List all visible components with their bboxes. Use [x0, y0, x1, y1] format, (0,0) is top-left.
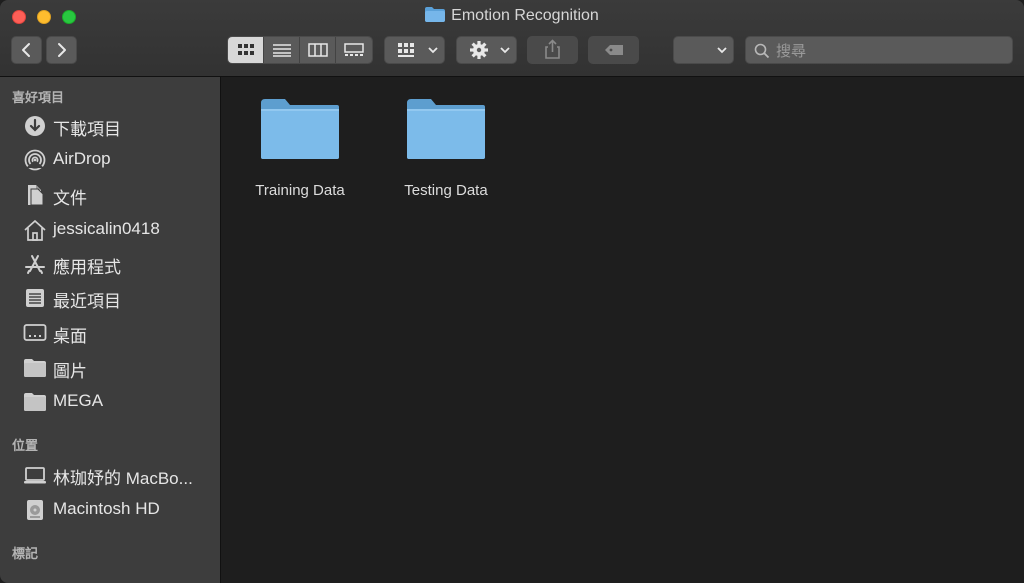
view-mode-selector [227, 36, 373, 64]
title-bar: Emotion Recognition [0, 0, 1024, 77]
folder-icon [24, 393, 46, 411]
list-view-button[interactable] [264, 37, 300, 63]
back-button[interactable] [11, 36, 42, 64]
sidebar-item-documents[interactable]: 文件 [0, 178, 220, 210]
window-title: Emotion Recognition [0, 7, 1024, 25]
path-dropdown[interactable] [673, 36, 734, 64]
sidebar-item-label: 文件 [53, 189, 87, 208]
folder-icon [425, 7, 446, 22]
sidebar-item-label: AirDrop [53, 149, 111, 168]
icon-view-button[interactable] [228, 37, 264, 63]
home-icon [24, 219, 46, 241]
folder-name: Testing Data [404, 182, 488, 199]
airdrop-icon [24, 149, 46, 171]
sidebar: 喜好項目 下載項目 AirDrop 文件 jessicalin0418 應用程式… [0, 77, 221, 583]
columns-icon [307, 43, 328, 57]
group-button[interactable] [384, 36, 445, 64]
finder-window: Emotion Recognition 搜尋 喜好項目 下載項目 AirDrop… [0, 0, 1024, 583]
forward-button[interactable] [46, 36, 77, 64]
folder-icon [407, 99, 485, 159]
sidebar-item-label: 最近項目 [53, 292, 121, 311]
grid-icon [237, 44, 254, 55]
sidebar-item-home[interactable]: jessicalin0418 [0, 213, 220, 245]
desktop-icon [23, 324, 47, 341]
share-button[interactable] [527, 36, 578, 64]
chevron-down-icon [717, 47, 727, 54]
applications-icon [25, 255, 45, 274]
sidebar-item-label: 下載項目 [53, 120, 121, 139]
sidebar-item-label: 圖片 [53, 362, 87, 381]
sidebar-item-label: jessicalin0418 [53, 219, 160, 238]
sidebar-item-macintosh-hd[interactable]: Macintosh HD [0, 493, 220, 525]
chevron-left-icon [22, 43, 30, 57]
column-view-button[interactable] [300, 37, 336, 63]
disk-icon [27, 500, 43, 520]
list-icon [272, 44, 291, 57]
sidebar-item-label: 林珈妤的 MacBo... [53, 469, 193, 488]
tag-button[interactable] [588, 36, 639, 64]
search-input[interactable] [774, 40, 1008, 62]
tag-icon [605, 45, 623, 55]
sidebar-item-airdrop[interactable]: AirDrop [0, 143, 220, 175]
sidebar-item-label: 應用程式 [53, 258, 121, 277]
folder-icon [261, 99, 339, 159]
sidebar-item-macbook[interactable]: 林珈妤的 MacBo... [0, 458, 220, 490]
download-icon [25, 116, 45, 136]
sidebar-item-mega[interactable]: MEGA [0, 385, 220, 417]
search-icon [754, 43, 770, 59]
tags-section-title: 標記 [12, 546, 39, 561]
search-field[interactable] [745, 36, 1013, 64]
sidebar-item-desktop[interactable]: 桌面 [0, 316, 220, 348]
gallery-view-button[interactable] [336, 37, 372, 63]
sidebar-item-label: MEGA [53, 391, 104, 410]
share-icon [545, 39, 560, 59]
window-title-text: Emotion Recognition [451, 7, 599, 24]
sidebar-item-label: 桌面 [53, 327, 87, 346]
folder-name: Training Data [255, 182, 345, 199]
locations-section-title: 位置 [12, 438, 39, 453]
action-button[interactable] [456, 36, 517, 64]
sidebar-item-pictures[interactable]: 圖片 [0, 351, 220, 383]
gear-icon [470, 41, 510, 59]
recents-icon [26, 289, 44, 307]
sidebar-item-recents[interactable]: 最近項目 [0, 281, 220, 313]
sidebar-item-downloads[interactable]: 下載項目 [0, 109, 220, 141]
group-grid-icon [398, 43, 438, 57]
folder-icon [24, 359, 46, 377]
gallery-icon [344, 43, 364, 56]
file-browser: Training Data Testing Data [221, 77, 1024, 583]
favorites-section-title: 喜好項目 [12, 90, 65, 105]
documents-icon [28, 185, 44, 206]
sidebar-item-label: Macintosh HD [53, 499, 160, 518]
laptop-icon [24, 467, 46, 484]
sidebar-item-applications[interactable]: 應用程式 [0, 247, 220, 279]
chevron-right-icon [58, 43, 66, 57]
